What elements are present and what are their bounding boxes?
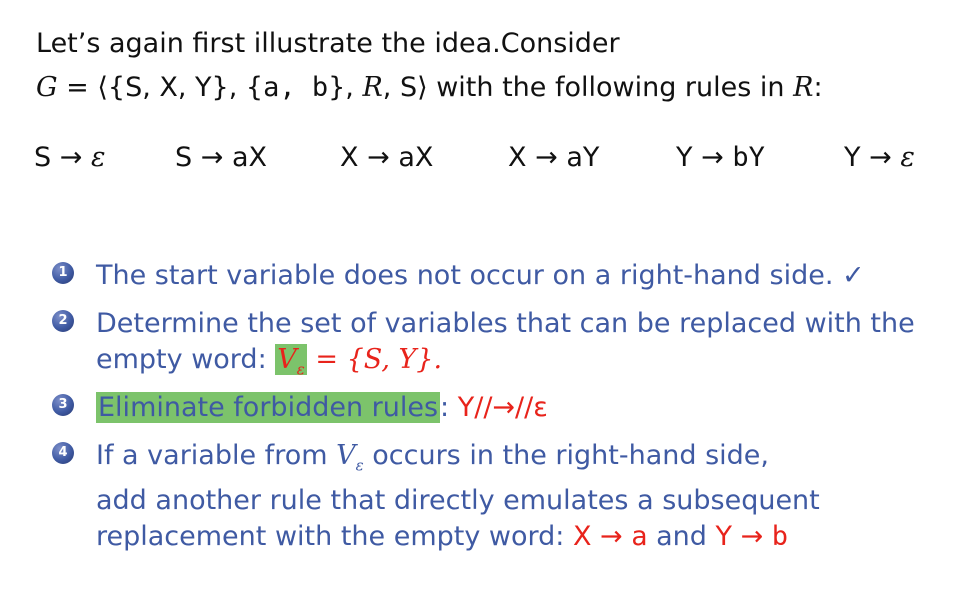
step-number-badge: 2 <box>52 310 74 332</box>
step-item: 2 Determine the set of variables that ca… <box>52 306 932 380</box>
grammar-tuple-end: , S⟩ <box>382 72 428 103</box>
new-rule-y: Y → <box>715 521 772 553</box>
step-number-badge: 4 <box>52 442 74 464</box>
step-item: 1 The start variable does not occur on a… <box>52 258 932 294</box>
rule: Y → ε <box>844 142 915 173</box>
step-number-badge: 3 <box>52 394 74 416</box>
step-text: Determine the set of variables that can … <box>96 308 915 379</box>
rules-row: S → ε S → aX X → aX X → aY Y → bY Y → ε <box>0 144 958 178</box>
rule: X → aY <box>508 142 600 173</box>
step-text: If a variable from Vε occurs in the righ… <box>96 440 820 553</box>
step-number-badge: 1 <box>52 262 74 284</box>
rule: S → ε <box>34 142 106 173</box>
step-item: 3 Eliminate forbidden rules: Y//→//ε <box>52 390 932 426</box>
rule: S → aX <box>175 142 267 173</box>
step-text: The start variable does not occur on a r… <box>96 260 865 291</box>
grammar-rules-symbol-2: R <box>793 72 814 103</box>
grammar-terminals: a, b <box>263 72 329 103</box>
step-text: Eliminate forbidden rules: Y//→//ε <box>96 390 548 426</box>
intro-text: Let’s again first illustrate the idea.Co… <box>36 28 620 59</box>
v-epsilon-highlight: Vε <box>275 344 307 379</box>
intro-line: Let’s again first illustrate the idea.Co… <box>36 30 620 57</box>
grammar-tuple-mid: }, <box>328 72 363 103</box>
grammar-colon: : <box>813 72 823 103</box>
grammar-description: with the following rules in <box>427 72 794 103</box>
grammar-rules-symbol: R <box>362 72 383 103</box>
highlighted-phrase: Eliminate forbidden rules <box>96 392 441 423</box>
struck-rule: Y//→//ε <box>457 392 548 423</box>
grammar-symbol: G <box>36 72 58 103</box>
new-rule-x: X → <box>572 521 632 553</box>
step-item: 4 If a variable from Vε occurs in the ri… <box>52 438 932 552</box>
v-epsilon-set: = {S, Y}. <box>306 344 443 375</box>
checkmark-icon: ✓ <box>842 260 865 291</box>
rule: Y → bY <box>676 142 765 173</box>
grammar-definition: G = ⟨{S, X, Y}, {a, b}, R, S⟩ with the f… <box>36 74 823 101</box>
grammar-tuple-start: = ⟨{S, X, Y}, { <box>57 72 264 103</box>
rule: X → aX <box>340 142 434 173</box>
